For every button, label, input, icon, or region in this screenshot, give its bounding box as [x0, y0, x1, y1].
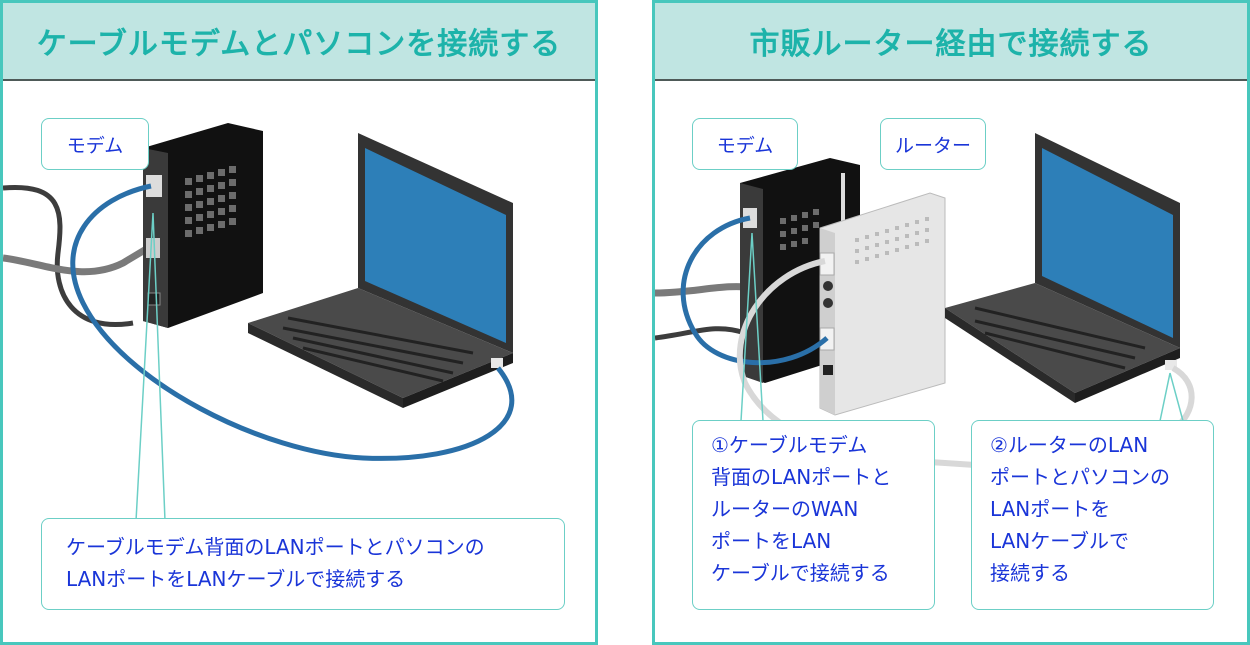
- panel-header: 市販ルーター経由で接続する: [655, 3, 1247, 81]
- callout-step-1: ①ケーブルモデム 背面のLANポートと ルーターのWAN ポートをLAN ケーブ…: [692, 420, 935, 610]
- modem-device: [143, 123, 263, 328]
- callout-instruction: ケーブルモデム背面のLANポートとパソコンの LANポートをLANケーブルで接続…: [41, 518, 565, 610]
- laptop: [945, 133, 1180, 403]
- label-modem: モデム: [692, 118, 798, 170]
- panel-via-router: 市販ルーター経由で接続する モデム ルーター ①ケーブルモデム 背面のLANポー…: [652, 0, 1250, 645]
- callout-pointer-2: [1159, 372, 1184, 422]
- laptop: [248, 133, 513, 408]
- panel-modem-to-pc: ケーブルモデムとパソコンを接続する モデム ケーブルモデム背面のLANポートとパ…: [0, 0, 598, 645]
- label-router: ルーター: [880, 118, 986, 170]
- panel-title: 市販ルーター経由で接続する: [749, 27, 1153, 62]
- label-modem: モデム: [41, 118, 149, 170]
- power-cable: [3, 184, 134, 327]
- callout-step-2: ②ルーターのLAN ポートとパソコンの LANポートを LANケーブルで 接続す…: [971, 420, 1214, 610]
- lan-port-laptop: [491, 358, 503, 368]
- panel-header: ケーブルモデムとパソコンを接続する: [3, 3, 595, 81]
- panel-title: ケーブルモデムとパソコンを接続する: [36, 27, 562, 62]
